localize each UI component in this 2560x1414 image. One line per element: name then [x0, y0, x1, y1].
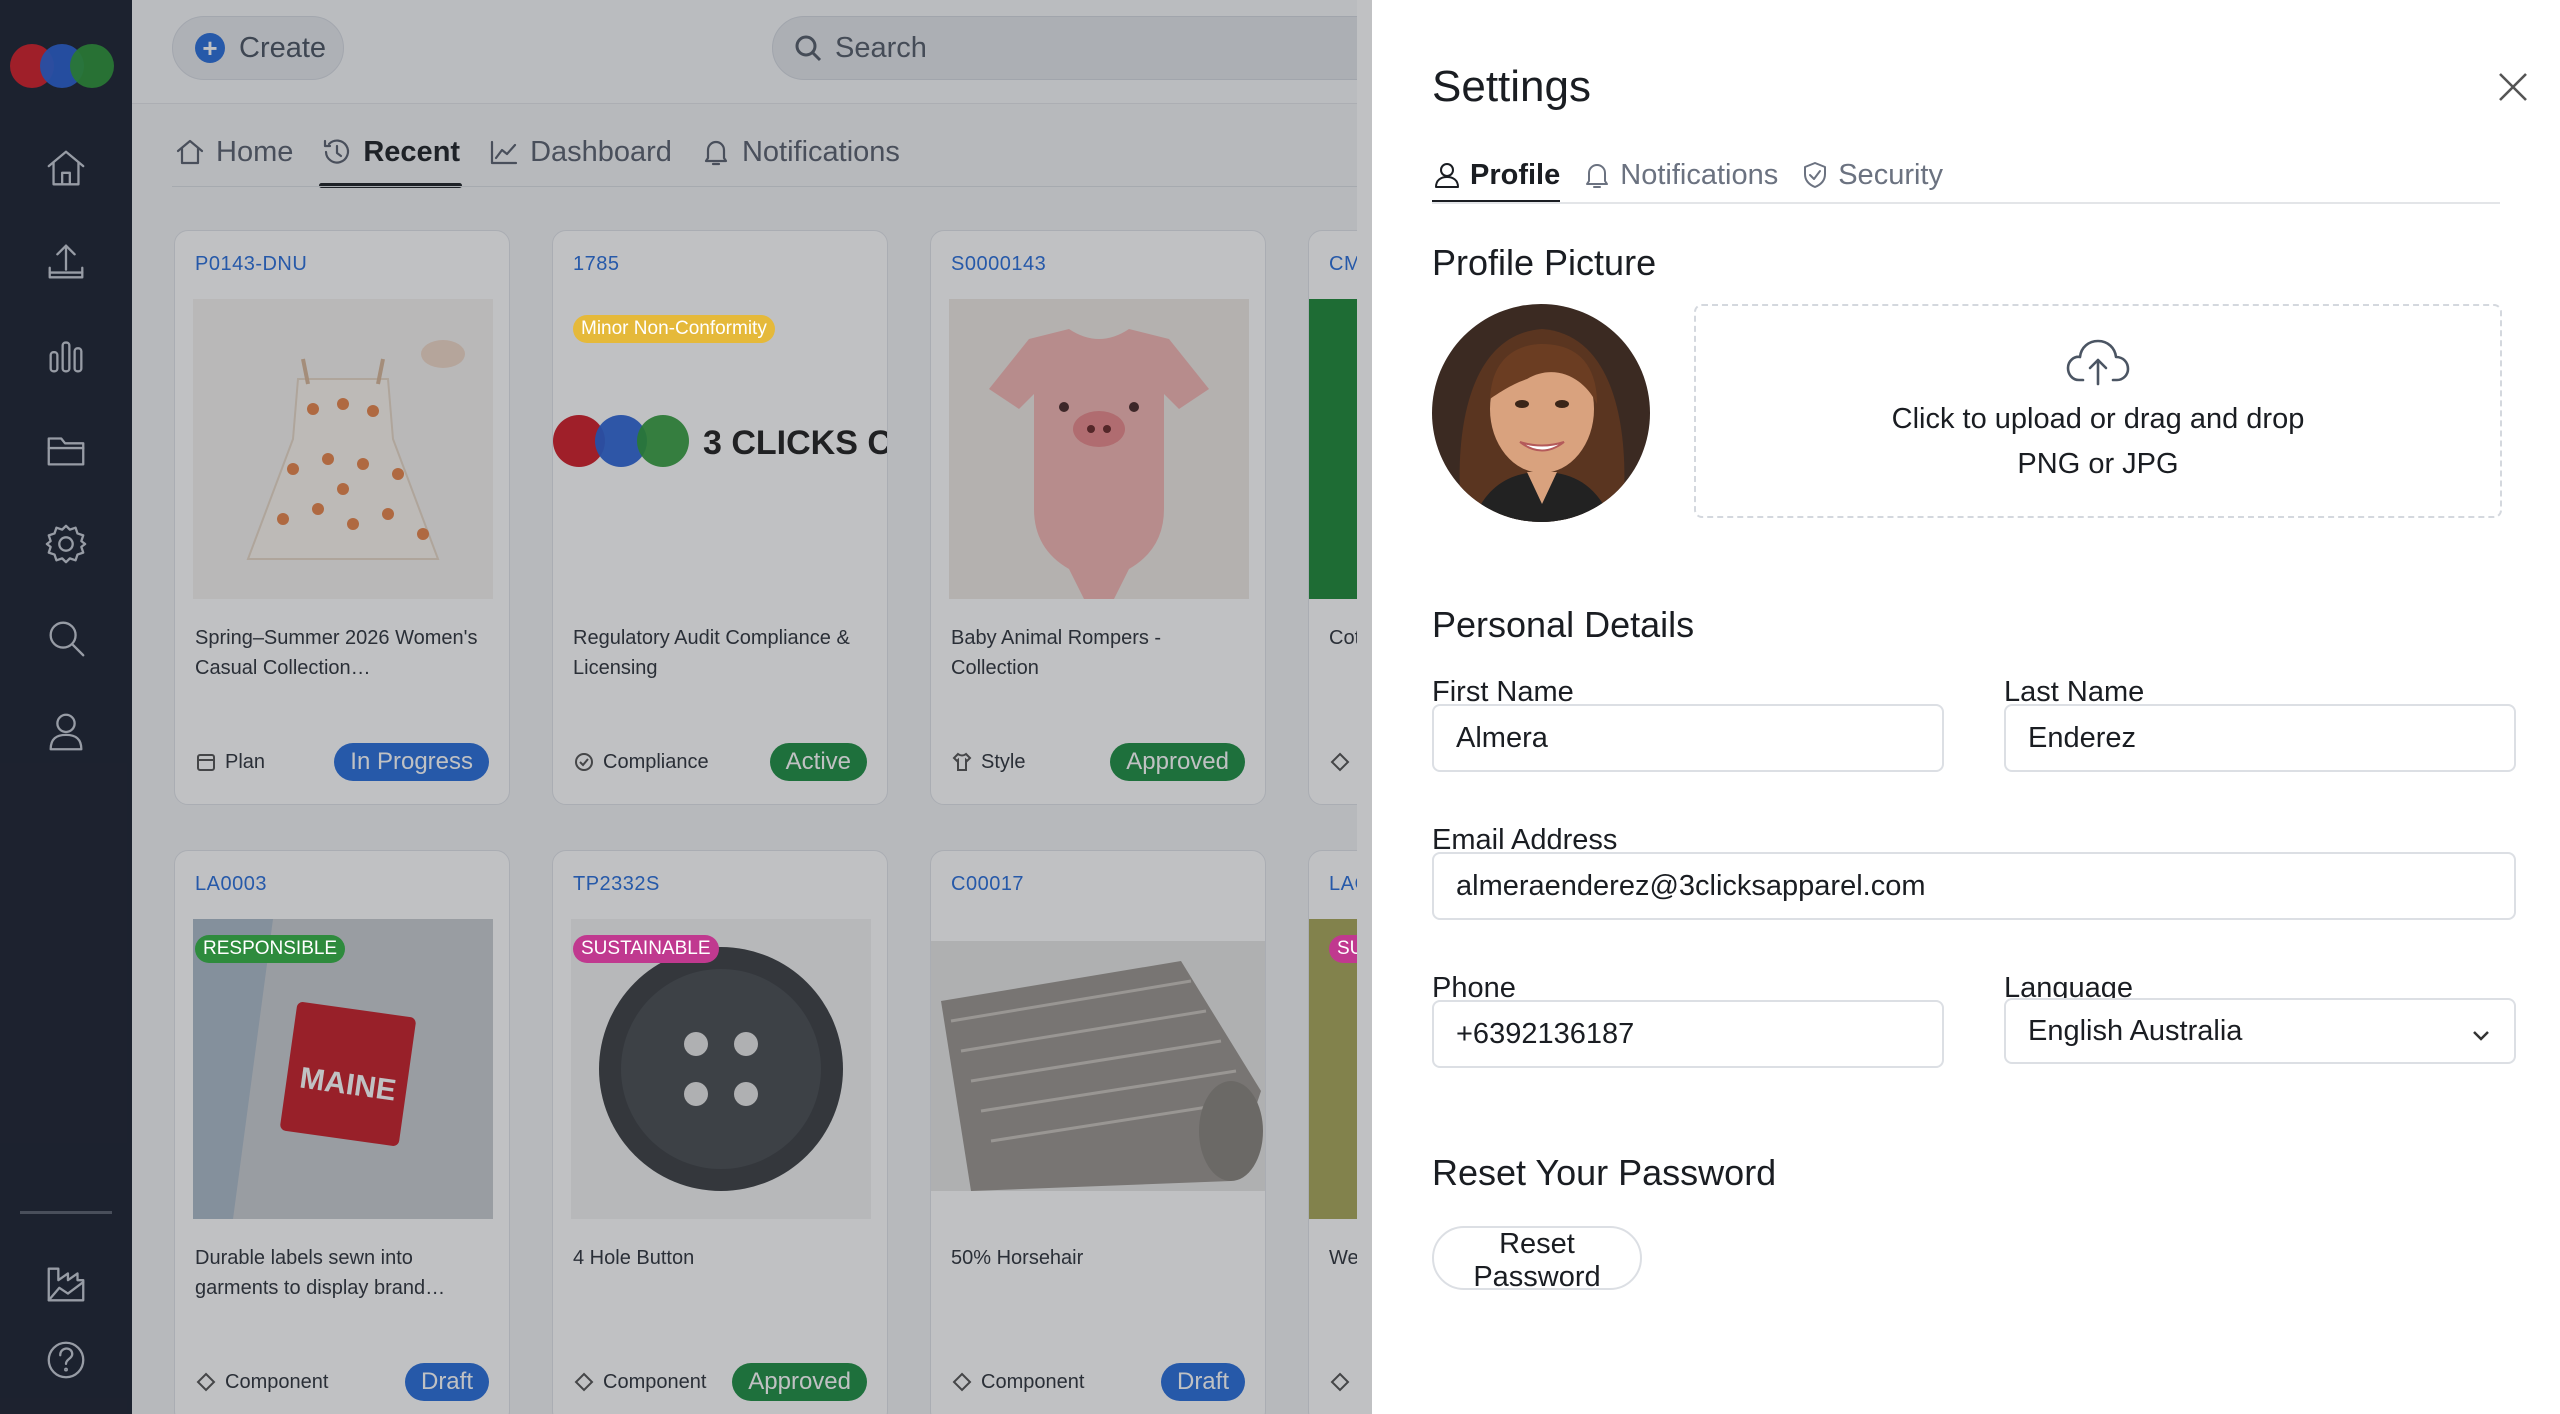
language-value: English Australia	[2028, 1014, 2243, 1047]
personal-details-heading: Personal Details	[1432, 604, 1695, 645]
settings-panel: Settings Profile Notifications Security …	[1372, 0, 2560, 1414]
language-select[interactable]: English Australia	[2004, 998, 2516, 1064]
responsible-badge: RESPONSIBLE	[195, 935, 346, 963]
tab-label: Security	[1838, 158, 1943, 191]
close-icon[interactable]	[2492, 66, 2534, 108]
cloud-upload-icon	[2066, 339, 2130, 386]
chevron-down-icon	[2473, 1031, 2489, 1041]
reset-password-heading: Reset Your Password	[1432, 1152, 1777, 1193]
tab-label: Notifications	[1620, 158, 1779, 191]
bell-icon	[1586, 164, 1609, 188]
first-name-field[interactable]: Almera	[1432, 704, 1944, 772]
user-icon	[1435, 163, 1459, 188]
shield-icon	[1804, 162, 1827, 188]
tab-label: Profile	[1470, 158, 1561, 191]
modal-backdrop[interactable]	[0, 0, 1372, 1414]
compliance-badge: Minor Non-Conformity	[573, 315, 775, 343]
sustainable-badge: SUSTAINABLE	[573, 935, 719, 963]
upload-formats: PNG or JPG	[2017, 448, 2179, 480]
reset-password-button[interactable]: Reset Password	[1432, 1226, 1642, 1293]
page-title: Settings	[1432, 62, 1591, 111]
tab-security[interactable]: Security	[1800, 150, 1943, 200]
tabs-divider	[1432, 202, 2500, 204]
phone-field[interactable]: +6392136187	[1432, 1000, 1944, 1068]
settings-tabs: Profile Notifications Security	[1432, 150, 1943, 204]
sustainable-badge: SU	[1329, 935, 1357, 963]
upload-dropzone[interactable]: Click to upload or drag and drop PNG or …	[1694, 304, 2502, 518]
tab-notifications[interactable]: Notifications	[1582, 150, 1778, 200]
upload-instruction: Click to upload or drag and drop	[1891, 403, 2305, 435]
avatar[interactable]	[1432, 304, 1650, 522]
tab-profile[interactable]: Profile	[1432, 150, 1561, 204]
last-name-field[interactable]: Enderez	[2004, 704, 2516, 772]
email-field[interactable]: almeraenderez@3clicksapparel.com	[1432, 852, 2516, 920]
profile-picture-heading: Profile Picture	[1432, 242, 1657, 283]
